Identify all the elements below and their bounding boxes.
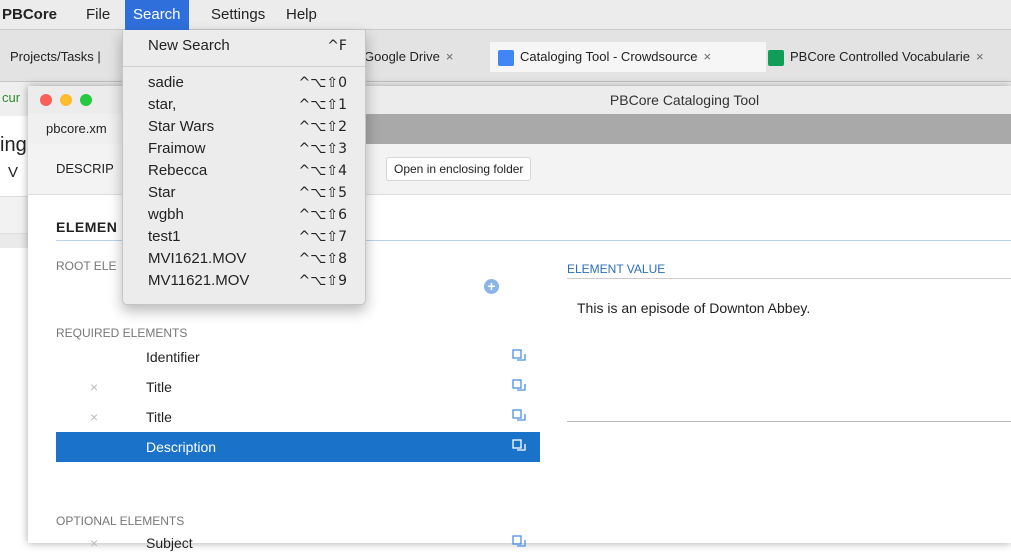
close-tab-icon[interactable]: × [446, 49, 454, 64]
divider [567, 278, 1011, 279]
menu-help[interactable]: Help [278, 0, 325, 30]
menu-item-recent-search[interactable]: wgbh ^⌥⇧6 [123, 204, 365, 226]
element-row-subject[interactable]: × Subject [56, 528, 540, 558]
remove-x-icon[interactable]: × [90, 528, 98, 558]
menu-item-shortcut: ^⌥⇧2 [298, 119, 347, 135]
menu-item-shortcut: ^⌥⇧8 [298, 251, 347, 267]
menu-item-label: Star Wars [148, 118, 215, 135]
menu-item-recent-search[interactable]: star, ^⌥⇧1 [123, 94, 365, 116]
copy-icon[interactable] [512, 439, 526, 453]
tab-label: Google Drive [364, 49, 440, 64]
menu-item-recent-search[interactable]: Fraimow ^⌥⇧3 [123, 138, 365, 160]
add-circle-icon[interactable]: + [484, 279, 499, 294]
menubar: PBCore File Search Settings Help [0, 0, 1011, 30]
element-name: Description [146, 439, 217, 455]
menu-item-label: Fraimow [148, 140, 206, 157]
tab-label: Cataloging Tool - Crowdsource [520, 49, 698, 64]
menu-item-new-search[interactable]: New Search ^F [123, 35, 365, 57]
menu-search[interactable]: Search [125, 0, 189, 30]
menu-item-shortcut: ^F [327, 38, 347, 54]
required-elements-label: REQUIRED ELEMENTS [56, 326, 188, 340]
copy-icon[interactable] [512, 349, 526, 363]
menu-item-shortcut: ^⌥⇧0 [298, 75, 347, 91]
element-name: Subject [146, 535, 193, 551]
elements-heading: ELEMEN [56, 219, 118, 235]
background-heading: ing [0, 134, 27, 156]
menu-settings[interactable]: Settings [203, 0, 273, 30]
menu-item-recent-search[interactable]: test1 ^⌥⇧7 [123, 226, 365, 248]
menu-item-recent-search[interactable]: sadie ^⌥⇧0 [123, 72, 365, 94]
element-row-identifier[interactable]: Identifier [56, 342, 540, 372]
menu-item-label: test1 [148, 228, 181, 245]
copy-icon[interactable] [512, 379, 526, 393]
menu-item-recent-search[interactable]: MV11621.MOV ^⌥⇧9 [123, 270, 365, 292]
browser-tab-google-drive[interactable]: Google Drive × [364, 42, 484, 72]
optional-elements-label: OPTIONAL ELEMENTS [56, 514, 185, 528]
element-value-text[interactable]: This is an episode of Downton Abbey. [577, 300, 810, 316]
open-in-folder-button[interactable]: Open in enclosing folder [386, 157, 532, 181]
menu-item-label: Star [148, 184, 176, 201]
copy-icon[interactable] [512, 409, 526, 423]
menu-item-shortcut: ^⌥⇧3 [298, 141, 347, 157]
menu-item-label: Rebecca [148, 162, 208, 179]
background-subheading: V [8, 164, 19, 181]
element-row-title[interactable]: × Title [56, 402, 540, 432]
close-tab-icon[interactable]: × [704, 49, 712, 64]
tab-label: PBCore Controlled Vocabularie [790, 49, 970, 64]
browser-tab-pbcore-vocab[interactable]: PBCore Controlled Vocabularie × [762, 42, 1011, 72]
google-docs-icon [498, 49, 514, 66]
menu-item-shortcut: ^⌥⇧6 [298, 207, 347, 223]
menu-separator [123, 66, 365, 67]
menu-item-label: New Search [148, 37, 230, 54]
menu-item-shortcut: ^⌥⇧1 [298, 97, 347, 113]
menu-item-shortcut: ^⌥⇧5 [298, 185, 347, 201]
browser-tab-projects[interactable]: Projects/Tasks | [0, 42, 132, 72]
menu-file[interactable]: File [78, 0, 118, 30]
file-tab[interactable]: pbcore.xm [28, 114, 128, 144]
menu-item-label: sadie [148, 74, 184, 91]
browser-tab-cataloging-tool[interactable]: Cataloging Tool - Crowdsource × [490, 42, 766, 72]
close-tab-icon[interactable]: × [976, 49, 984, 64]
menu-item-shortcut: ^⌥⇧9 [298, 273, 347, 289]
menu-item-shortcut: ^⌥⇧4 [298, 163, 347, 179]
copy-icon[interactable] [512, 535, 526, 549]
app-menu[interactable]: PBCore [2, 6, 57, 23]
element-name: Identifier [146, 349, 200, 365]
menu-item-label: MV11621.MOV [148, 272, 250, 289]
element-name: Title [146, 409, 172, 425]
root-element-label: ROOT ELE [56, 259, 117, 273]
divider [567, 421, 1011, 422]
element-row-description[interactable]: Description [56, 432, 540, 462]
menu-item-recent-search[interactable]: MVI1621.MOV ^⌥⇧8 [123, 248, 365, 270]
element-value-label: ELEMENT VALUE [567, 262, 666, 276]
menu-item-label: wgbh [148, 206, 184, 223]
menu-item-label: star, [148, 96, 177, 113]
menu-item-recent-search[interactable]: Star Wars ^⌥⇧2 [123, 116, 365, 138]
element-name: Title [146, 379, 172, 395]
menu-item-label: MVI1621.MOV [148, 250, 247, 267]
remove-x-icon[interactable]: × [90, 402, 98, 432]
menu-item-recent-search[interactable]: Star ^⌥⇧5 [123, 182, 365, 204]
menu-item-recent-search[interactable]: Rebecca ^⌥⇧4 [123, 160, 365, 182]
menu-item-shortcut: ^⌥⇧7 [298, 229, 347, 245]
google-sheets-icon [768, 49, 784, 66]
remove-x-icon[interactable]: × [90, 372, 98, 402]
description-label: DESCRIP [56, 161, 114, 176]
search-dropdown-menu: New Search ^F sadie ^⌥⇧0 star, ^⌥⇧1 Star W… [122, 30, 366, 305]
secure-label: cur [2, 90, 21, 105]
element-row-title[interactable]: × Title [56, 372, 540, 402]
tab-label: Projects/Tasks | [10, 49, 101, 64]
